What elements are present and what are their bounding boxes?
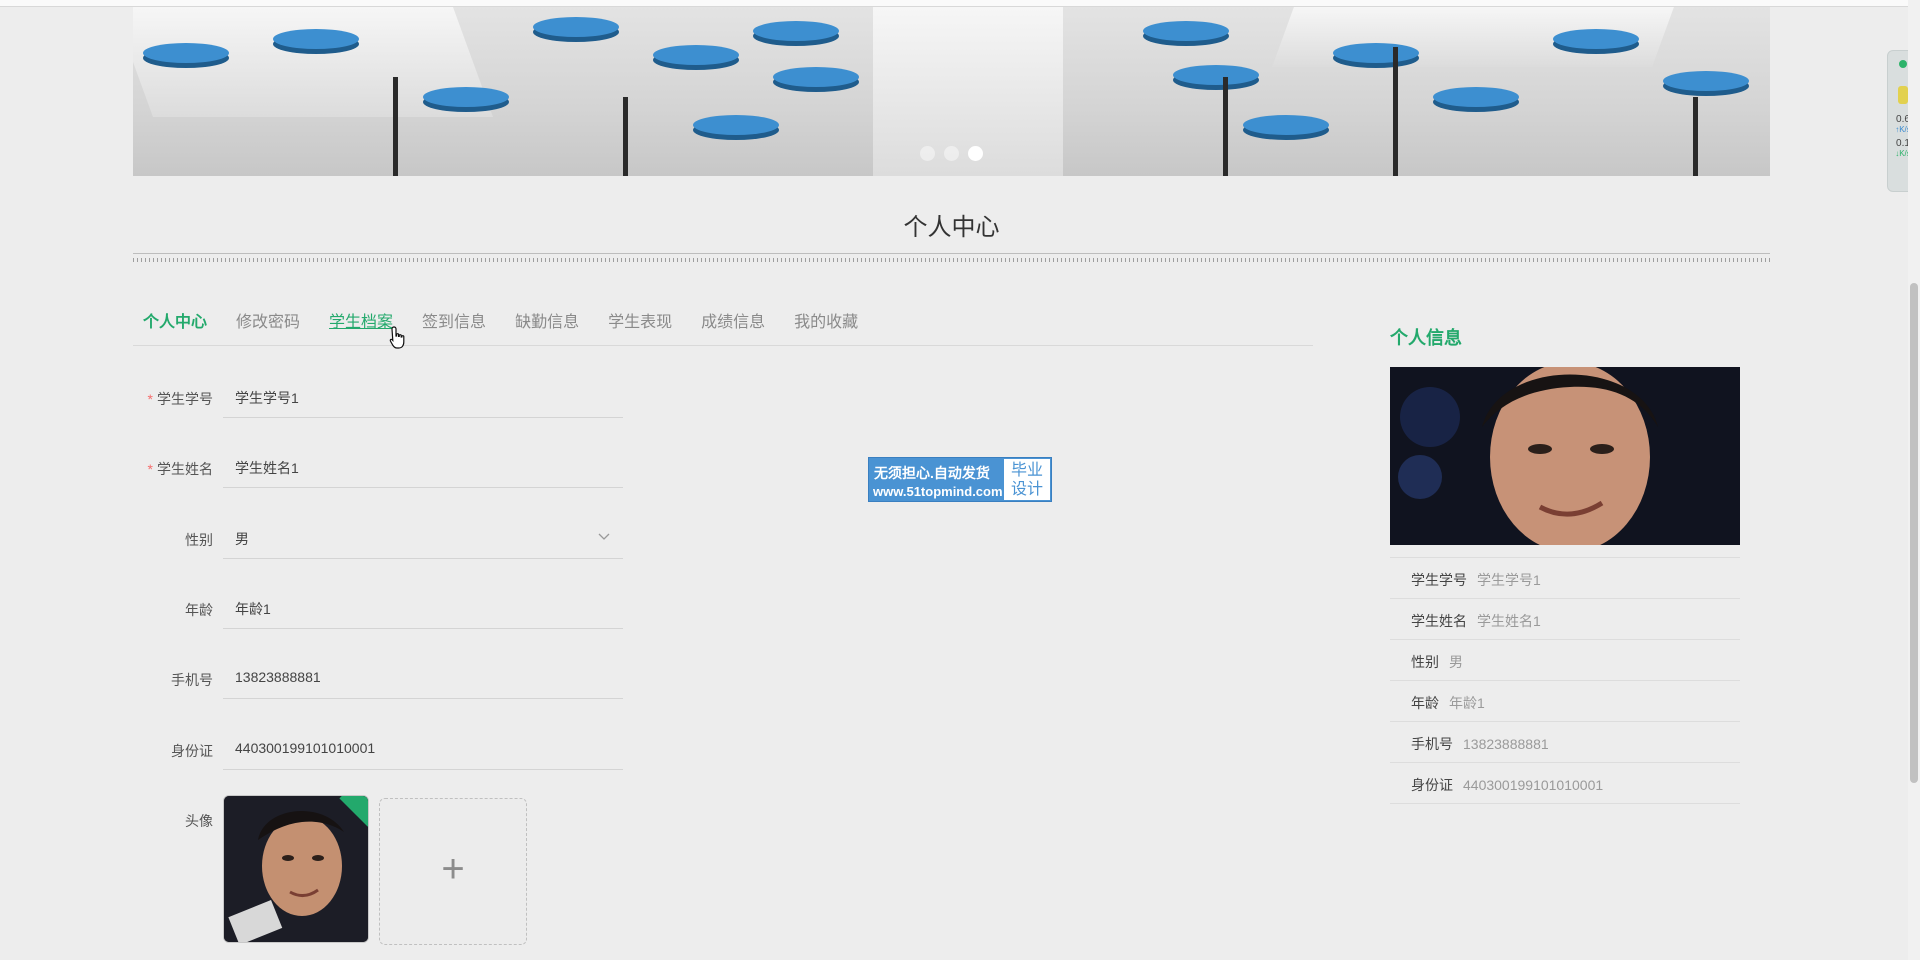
avatar-thumbnail[interactable]: [223, 795, 369, 943]
watermark-line1: 无须担心.自动发货: [874, 465, 990, 481]
info-item-age: 年龄 年龄1: [1390, 681, 1740, 722]
banner-stool: [1173, 65, 1259, 85]
phone-input[interactable]: 13823888881: [223, 655, 623, 699]
age-input[interactable]: 年龄1: [223, 585, 623, 629]
avatar-label: 头像: [185, 813, 213, 829]
chevron-down-icon: [598, 533, 610, 540]
tab-grades-info[interactable]: 成绩信息: [691, 300, 775, 345]
memory-gauge-icon: [1898, 86, 1908, 104]
form-row-gender: 性别 男: [133, 515, 623, 563]
banner-stool: [773, 67, 859, 87]
tab-my-favorites[interactable]: 我的收藏: [784, 300, 868, 345]
form-row-id-card: 身份证 440300199101010001: [133, 726, 623, 774]
info-item-gender: 性别男: [1390, 640, 1740, 681]
banner-stool: [273, 29, 359, 49]
form-row-student-name: * 学生姓名 学生姓名1: [133, 444, 623, 492]
tab-absence-info[interactable]: 缺勤信息: [505, 300, 589, 345]
form-row-phone: 手机号 13823888881: [133, 655, 623, 703]
tab-change-password[interactable]: 修改密码: [226, 300, 310, 345]
gender-select-value: 男: [235, 531, 249, 547]
banner-stool: [653, 45, 739, 65]
carousel-dot[interactable]: [944, 146, 959, 161]
title-divider: [133, 253, 1770, 263]
banner-stool: [1243, 115, 1329, 135]
carousel-dot[interactable]: [920, 146, 935, 161]
banner-stool: [693, 115, 779, 135]
gender-label: 性别: [185, 532, 213, 548]
student-name-input[interactable]: 学生姓名1: [223, 444, 623, 488]
info-panel-title: 个人信息: [1390, 328, 1462, 348]
info-panel-list: 学生学号 学生学号1 学生姓名 学生姓名1 性别男 年龄 年龄1 手机号 1382388…: [1390, 557, 1740, 804]
browser-top-edge: [0, 0, 1908, 7]
form-row-student-id: * 学生学号 学生学号1: [133, 374, 623, 422]
watermark-box-top: 毕业: [1010, 462, 1043, 479]
hand-pointer-icon: [389, 326, 405, 349]
id-card-label: 身份证: [171, 743, 213, 759]
banner-leg: [623, 97, 628, 176]
form-row-age: 年龄 年龄1: [133, 585, 623, 633]
tab-personal-center[interactable]: 个人中心: [133, 300, 217, 345]
carousel-dot-active[interactable]: [968, 146, 983, 161]
info-item-phone: 手机号 13823888881: [1390, 722, 1740, 763]
banner-leg: [1223, 77, 1228, 176]
banner-leg: [1693, 97, 1698, 176]
watermark-box: 毕业 设计: [1004, 459, 1050, 500]
banner-stool: [1433, 87, 1519, 107]
page-scrollbar[interactable]: [1908, 0, 1920, 960]
scrollbar-thumb[interactable]: [1910, 283, 1918, 783]
required-marker: *: [147, 391, 153, 407]
watermark-box-bottom: 设计: [1010, 481, 1043, 498]
watermark-line2: www.51topmind.com: [873, 484, 1003, 499]
banner-stool: [753, 21, 839, 41]
banner-stool: [1663, 71, 1749, 91]
profile-tabs: 个人中心 修改密码 学生档案 签到信息 缺勤信息 学生表现 成绩信息 我的收藏: [133, 300, 1313, 346]
banner-stool: [423, 87, 509, 107]
info-avatar-photo: [1390, 367, 1740, 545]
plus-icon: +: [441, 847, 465, 891]
banner-carousel[interactable]: [133, 7, 1770, 176]
avatar-upload-button[interactable]: +: [379, 798, 527, 945]
tab-student-performance[interactable]: 学生表现: [598, 300, 682, 345]
watermark-badge: 无须担心.自动发货 www.51topmind.com 毕业 设计: [868, 457, 1052, 502]
gender-select[interactable]: 男: [223, 515, 623, 559]
banner-stool: [533, 17, 619, 37]
required-marker: *: [147, 461, 153, 477]
info-panel-avatar: [1390, 367, 1740, 545]
info-item-student-id: 学生学号 学生学号1: [1390, 558, 1740, 599]
phone-label: 手机号: [171, 672, 213, 688]
banner-leg: [393, 77, 398, 176]
tab-checkin-info[interactable]: 签到信息: [412, 300, 496, 345]
info-item-id-card: 身份证 440300199101010001: [1390, 763, 1740, 804]
avatar-photo: [224, 796, 368, 942]
banner-stool: [1553, 29, 1639, 49]
id-card-input[interactable]: 440300199101010001: [223, 726, 623, 770]
age-label: 年龄: [185, 602, 213, 618]
student-id-input[interactable]: 学生学号1: [223, 374, 623, 418]
banner-stool: [1143, 21, 1229, 41]
student-id-label: * 学生学号: [147, 391, 213, 407]
student-name-label: * 学生姓名: [147, 461, 213, 477]
carousel-indicators: [133, 146, 1770, 161]
banner-stool: [1333, 43, 1419, 63]
page-title: 个人中心: [903, 214, 1000, 241]
info-item-student-name: 学生姓名 学生姓名1: [1390, 599, 1740, 640]
banner-stool: [143, 43, 229, 63]
status-dot-icon: [1899, 60, 1907, 68]
